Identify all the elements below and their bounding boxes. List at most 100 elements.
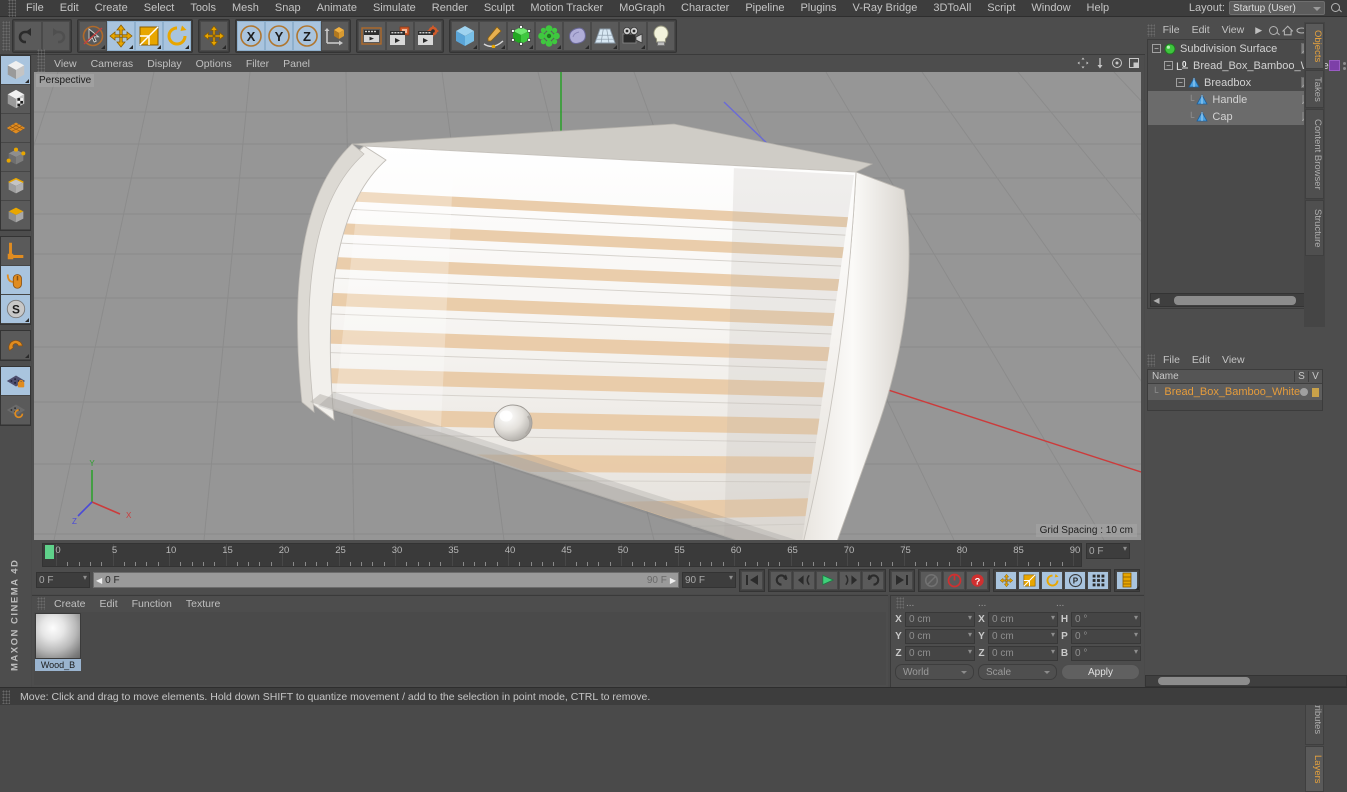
add-floor-button[interactable] <box>591 20 619 51</box>
spinner-icon[interactable]: ▾ <box>729 574 733 582</box>
material-menu-edit[interactable]: Edit <box>93 598 125 610</box>
spinner-icon[interactable]: ▾ <box>968 613 972 621</box>
lock-x-axis[interactable]: X <box>237 20 265 51</box>
object-manager-grip-handle[interactable] <box>1147 23 1155 37</box>
add-generator-button[interactable] <box>507 20 535 51</box>
layer-column-visible[interactable]: V <box>1308 371 1322 382</box>
menu-item-tools[interactable]: Tools <box>182 0 224 17</box>
menu-item-script[interactable]: Script <box>979 0 1023 17</box>
spinner-icon[interactable]: ▾ <box>968 647 972 655</box>
undo-button[interactable] <box>14 20 42 51</box>
material-menu-create[interactable]: Create <box>47 598 93 610</box>
menu-item-simulate[interactable]: Simulate <box>365 0 424 17</box>
position-y-field[interactable]: 0 cm ▾ <box>905 628 975 644</box>
position-z-field[interactable]: 0 cm ▾ <box>905 645 975 661</box>
material-preview-sphere[interactable] <box>35 613 81 659</box>
layer-column-name[interactable]: Name <box>1148 371 1294 382</box>
menu-item-plugins[interactable]: Plugins <box>792 0 844 17</box>
scroll-left-arrow-icon[interactable]: ◀ <box>1151 296 1162 305</box>
enable-axis-modification-button[interactable] <box>1 237 30 266</box>
point-level-animation-button[interactable] <box>1087 570 1109 590</box>
menu-item-file[interactable]: File <box>18 0 52 17</box>
next-frame-button[interactable] <box>839 570 861 590</box>
coordinate-mode-select[interactable]: Scale <box>978 664 1057 680</box>
search-icon[interactable] <box>1329 1 1343 15</box>
deformation-mode-button[interactable] <box>1 114 30 143</box>
size-y-field[interactable]: 0 cm ▾ <box>988 628 1058 644</box>
object-tree[interactable]: − Subdivision Surface − L0 Bread_Box_Bam… <box>1147 39 1346 309</box>
coordinates-grip-handle[interactable] <box>896 597 904 609</box>
scale-key-button[interactable] <box>1018 570 1040 590</box>
parameter-key-button[interactable]: P <box>1064 570 1086 590</box>
layer-column-solo[interactable]: S <box>1294 371 1308 382</box>
spinner-icon[interactable]: ▾ <box>83 574 87 582</box>
visibility-dot-render[interactable] <box>1342 66 1346 70</box>
scrollbar-thumb[interactable] <box>1158 677 1250 685</box>
timeline-layout-button[interactable] <box>1116 570 1139 590</box>
previous-frame-button[interactable] <box>793 570 815 590</box>
status-bar-grip-handle[interactable] <box>2 689 10 704</box>
workplane-button[interactable]: S <box>1 295 30 324</box>
menu-item-vray-bridge[interactable]: V-Ray Bridge <box>845 0 926 17</box>
chevron-right-icon[interactable]: ▶ <box>1250 25 1267 36</box>
render-settings-button[interactable] <box>414 20 442 51</box>
polygons-mode-button[interactable] <box>1 201 30 230</box>
redo-button[interactable] <box>42 20 70 51</box>
menu-item-edit[interactable]: Edit <box>52 0 87 17</box>
live-selection-tool[interactable] <box>79 20 107 51</box>
menu-item-render[interactable]: Render <box>424 0 476 17</box>
menu-item-sculpt[interactable]: Sculpt <box>476 0 523 17</box>
visibility-dot-editor[interactable] <box>1342 61 1346 65</box>
toolbar-grip-handle[interactable] <box>2 20 10 51</box>
layer-menu-file[interactable]: File <box>1157 354 1186 366</box>
rotation-p-field[interactable]: 0 ° ▾ <box>1071 628 1141 644</box>
size-x-field[interactable]: 0 cm ▾ <box>988 611 1058 627</box>
viewport-menu-display[interactable]: Display <box>140 58 188 70</box>
tab-objects[interactable]: Objects <box>1305 23 1324 69</box>
object-menu-view[interactable]: View <box>1216 24 1251 36</box>
object-material-tag[interactable] <box>1328 60 1340 71</box>
play-button[interactable] <box>816 570 838 590</box>
pan-icon[interactable] <box>1077 57 1089 69</box>
end-frame-field[interactable]: 90 F ▾ <box>682 572 736 588</box>
timeline-playhead[interactable] <box>45 545 54 559</box>
keyframe-selection-button[interactable]: ? <box>966 570 988 590</box>
menu-item-help[interactable]: Help <box>1079 0 1118 17</box>
autokeying-button[interactable] <box>943 570 965 590</box>
spinner-icon[interactable]: ▾ <box>1123 545 1127 553</box>
object-row-bread-box-bamboo-white[interactable]: − L0 Bread_Box_Bamboo_White <box>1148 57 1346 74</box>
object-row-breadbox[interactable]: − Breadbox <box>1148 74 1322 91</box>
material-menu-texture[interactable]: Texture <box>179 598 227 610</box>
spinner-icon[interactable]: ▾ <box>1051 630 1055 638</box>
object-row-handle[interactable]: └ Handle <box>1148 91 1322 108</box>
layer-manager-grip-handle[interactable] <box>1147 353 1155 367</box>
object-menu-edit[interactable]: Edit <box>1186 24 1216 36</box>
planar-workplane-button[interactable] <box>1 396 30 425</box>
material-menu-function[interactable]: Function <box>125 598 179 610</box>
rotation-h-field[interactable]: 0 ° ▾ <box>1071 611 1141 627</box>
world-object-coordinates[interactable] <box>321 20 349 51</box>
lock-y-axis[interactable]: Y <box>265 20 293 51</box>
rotation-b-field[interactable]: 0 ° ▾ <box>1071 645 1141 661</box>
object-search-icon[interactable] <box>1267 24 1279 36</box>
add-light-button[interactable] <box>647 20 675 51</box>
material-item[interactable]: Wood_B <box>35 613 81 671</box>
edges-mode-button[interactable] <box>1 172 30 201</box>
menu-item-create[interactable]: Create <box>87 0 136 17</box>
lock-workplane-button[interactable] <box>1 367 30 396</box>
scale-tool[interactable] <box>135 20 163 51</box>
dolly-icon[interactable] <box>1094 57 1106 69</box>
expand-toggle-icon[interactable]: − <box>1176 78 1185 87</box>
menu-item-select[interactable]: Select <box>136 0 183 17</box>
viewport-3d-canvas[interactable]: Perspective Grid Spacing : 10 cm Y X Z <box>34 72 1141 540</box>
menu-item-mograph[interactable]: MoGraph <box>611 0 673 17</box>
tab-content-browser[interactable]: Content Browser <box>1305 109 1324 199</box>
right-column-horizontal-scrollbar[interactable] <box>1145 675 1347 687</box>
tab-layers[interactable]: Layers <box>1305 746 1324 792</box>
add-deformer-button[interactable] <box>535 20 563 51</box>
add-camera-button[interactable] <box>619 20 647 51</box>
object-row-subdivision-surface[interactable]: − Subdivision Surface <box>1148 40 1322 57</box>
object-row-cap[interactable]: └ Cap <box>1148 108 1322 125</box>
model-mode-button[interactable] <box>1 56 30 85</box>
menu-item-window[interactable]: Window <box>1023 0 1078 17</box>
